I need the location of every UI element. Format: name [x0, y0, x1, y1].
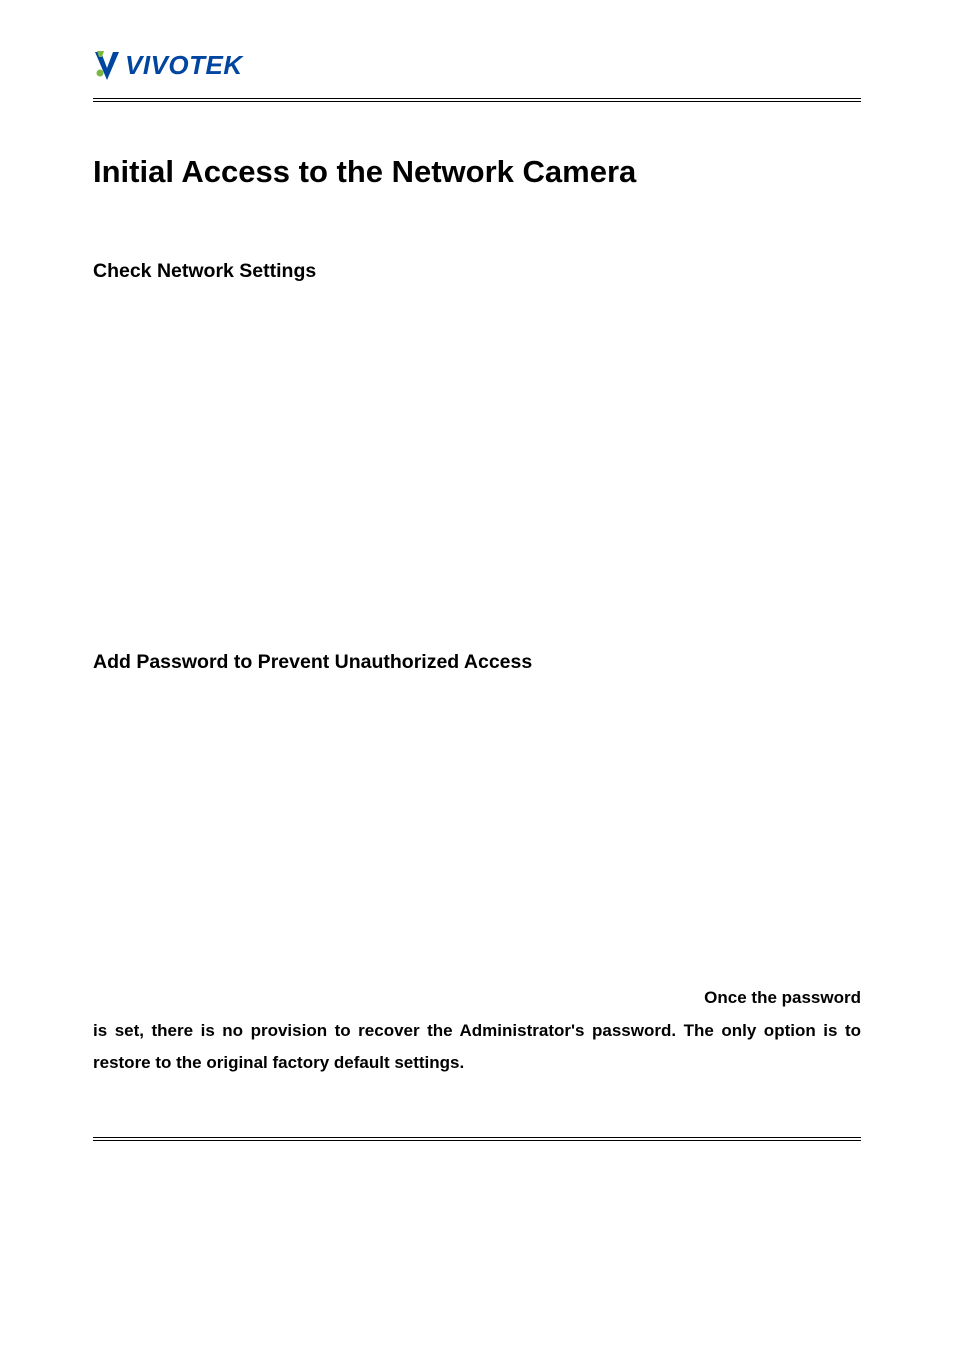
warning-paragraph: Once the password is set, there is no pr…: [93, 982, 861, 1078]
logo-text: VIVOTEK: [125, 50, 243, 81]
warning-lead-text: Once the password: [93, 982, 861, 1013]
warning-body-text: is set, there is no provision to recover…: [93, 1021, 861, 1071]
logo-mark-icon: [93, 48, 121, 82]
document-content: Initial Access to the Network Camera Che…: [93, 102, 861, 1078]
logo-area: VIVOTEK: [93, 48, 861, 82]
content-spacer: [93, 313, 861, 651]
page-title: Initial Access to the Network Camera: [93, 154, 861, 190]
footer-divider: [93, 1137, 861, 1141]
section-heading-network: Check Network Settings: [93, 260, 861, 283]
brand-logo: VIVOTEK: [93, 48, 861, 82]
section-heading-password: Add Password to Prevent Unauthorized Acc…: [93, 651, 861, 674]
content-spacer: [93, 704, 861, 982]
